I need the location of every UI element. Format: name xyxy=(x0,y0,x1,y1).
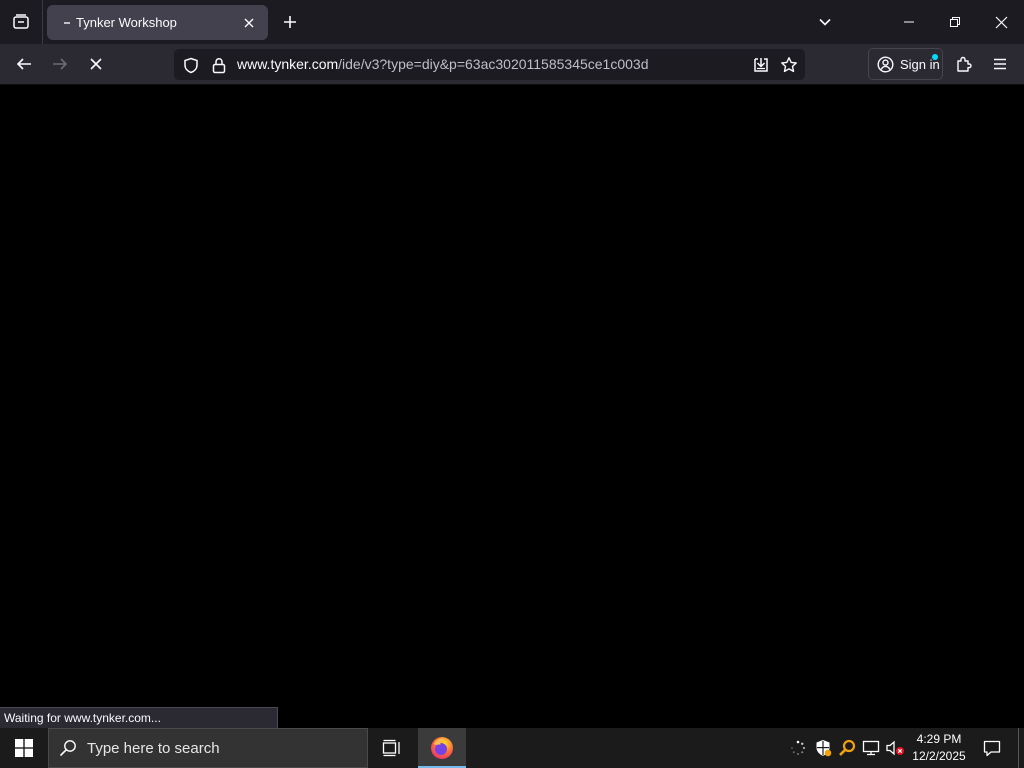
taskbar: Type here to search 4:29 PM 12/2/2025 xyxy=(0,728,1024,768)
hamburger-menu-icon xyxy=(994,58,1006,70)
task-view-button[interactable] xyxy=(370,728,414,768)
tray-loading-icon[interactable] xyxy=(787,737,809,759)
sign-in-button[interactable]: Sign in xyxy=(868,48,943,80)
star-icon xyxy=(781,57,797,73)
restore-button[interactable] xyxy=(932,0,978,44)
magnifier-tray-icon[interactable] xyxy=(836,737,858,759)
windows-security-icon[interactable] xyxy=(812,737,834,759)
close-icon xyxy=(244,18,254,27)
plus-icon xyxy=(284,16,296,28)
clock-time: 4:29 PM xyxy=(916,732,962,746)
taskbar-firefox-button[interactable] xyxy=(418,728,466,768)
notification-dot xyxy=(932,54,938,60)
save-to-pocket-button[interactable] xyxy=(750,54,772,76)
url-domain: www.tynker.com xyxy=(237,56,339,72)
volume-muted-icon[interactable] xyxy=(884,737,906,759)
app-menu-button[interactable] xyxy=(984,48,1016,80)
stop-icon xyxy=(90,58,102,70)
start-button[interactable] xyxy=(0,728,48,768)
minimize-icon xyxy=(904,21,914,23)
tab-tynker-workshop[interactable]: Tynker Workshop xyxy=(47,5,268,40)
close-icon xyxy=(995,16,1007,28)
action-center-button[interactable] xyxy=(978,728,1006,768)
list-all-tabs-button[interactable] xyxy=(811,8,839,36)
status-panel: Waiting for www.tynker.com... xyxy=(0,707,278,728)
tab-manager-icon xyxy=(13,14,29,29)
windows-logo-icon xyxy=(15,739,33,757)
taskbar-search-box[interactable]: Type here to search xyxy=(48,728,368,768)
back-button[interactable] xyxy=(8,48,40,80)
bookmark-button[interactable] xyxy=(778,54,800,76)
site-info-button[interactable] xyxy=(208,54,230,76)
download-icon xyxy=(754,58,768,72)
new-tab-button[interactable] xyxy=(276,8,304,36)
tab-manager-button[interactable] xyxy=(0,0,42,44)
page-content xyxy=(0,85,1024,728)
back-arrow-icon xyxy=(16,58,31,70)
tab-separator xyxy=(42,0,43,44)
restore-icon xyxy=(950,17,960,27)
puzzle-icon xyxy=(957,56,972,72)
forward-arrow-icon xyxy=(53,58,68,70)
nav-toolbar: www.tynker.com/ide/v3?type=diy&p=63ac302… xyxy=(0,44,1024,85)
task-view-icon xyxy=(382,739,400,757)
minimize-button[interactable] xyxy=(886,0,932,44)
chevron-down-icon xyxy=(819,18,831,26)
loading-icon xyxy=(60,15,76,31)
extensions-button[interactable] xyxy=(948,48,980,80)
account-icon xyxy=(877,55,894,73)
address-bar[interactable]: www.tynker.com/ide/v3?type=diy&p=63ac302… xyxy=(174,49,805,80)
shield-icon xyxy=(184,57,198,73)
tracking-protection-button[interactable] xyxy=(180,54,202,76)
close-window-button[interactable] xyxy=(978,0,1024,44)
tab-title: Tynker Workshop xyxy=(76,15,177,30)
search-placeholder: Type here to search xyxy=(87,739,220,757)
tab-strip: Tynker Workshop xyxy=(0,0,1024,44)
firefox-icon xyxy=(431,737,453,759)
search-icon xyxy=(59,740,76,757)
clock-date: 12/2/2025 xyxy=(912,749,966,763)
show-desktop-button[interactable] xyxy=(1018,728,1024,768)
taskbar-clock[interactable]: 4:29 PM 12/2/2025 xyxy=(906,731,972,765)
forward-button[interactable] xyxy=(44,48,76,80)
lock-icon xyxy=(212,57,226,73)
notification-icon xyxy=(983,740,1001,757)
url-text[interactable]: www.tynker.com/ide/v3?type=diy&p=63ac302… xyxy=(237,56,648,72)
close-tab-button[interactable] xyxy=(238,12,260,34)
network-icon[interactable] xyxy=(860,737,882,759)
url-path: /ide/v3?type=diy&p=63ac302011585345ce1c0… xyxy=(338,56,649,72)
stop-button[interactable] xyxy=(80,48,112,80)
